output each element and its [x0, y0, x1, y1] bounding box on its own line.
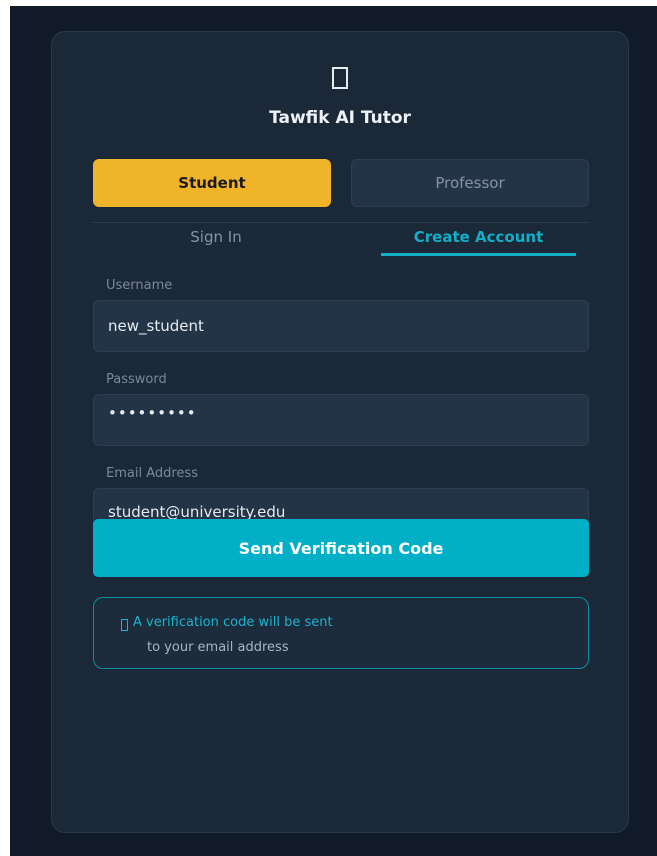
- app-title: Tawfik AI Tutor: [269, 108, 411, 128]
- verification-info-box: A verification code will be sent to your…: [93, 597, 589, 669]
- tabs-divider: [93, 222, 589, 223]
- active-tab-indicator: [381, 253, 576, 256]
- username-label: Username: [106, 278, 173, 293]
- password-field[interactable]: •••••••••: [93, 394, 589, 446]
- tab-sign-in[interactable]: Sign In: [122, 228, 310, 252]
- info-message-line2: to your email address: [147, 640, 289, 655]
- password-value: •••••••••: [108, 404, 197, 422]
- username-field[interactable]: new_student: [93, 300, 589, 352]
- email-icon: [121, 619, 128, 631]
- password-label: Password: [106, 372, 167, 387]
- professor-role-button[interactable]: Professor: [351, 159, 589, 207]
- student-role-button[interactable]: Student: [93, 159, 331, 207]
- send-verification-code-button[interactable]: Send Verification Code: [93, 519, 589, 577]
- username-value: new_student: [108, 317, 204, 335]
- login-card: Tawfik AI Tutor Student Professor Sign I…: [51, 31, 629, 833]
- page-background: Tawfik AI Tutor Student Professor Sign I…: [10, 6, 657, 856]
- info-message-line1: A verification code will be sent: [133, 615, 333, 630]
- email-label: Email Address: [106, 466, 198, 481]
- book-icon: [332, 67, 348, 89]
- tab-create-account[interactable]: Create Account: [381, 228, 576, 252]
